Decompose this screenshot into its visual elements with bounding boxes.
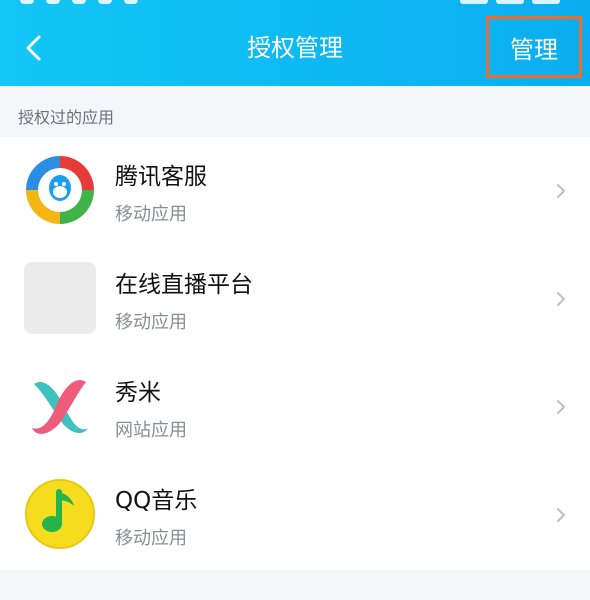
qq-music-icon — [24, 478, 96, 550]
app-name: 秀米 — [115, 380, 161, 406]
status-icons-left — [20, 0, 138, 4]
tencent-service-icon — [24, 154, 96, 226]
app-name: 在线直播平台 — [115, 272, 253, 298]
placeholder-icon — [24, 262, 96, 334]
app-row-qq-music[interactable]: QQ音乐 移动应用 — [0, 461, 590, 569]
header-bar: 授权管理 管理 — [0, 0, 590, 86]
chevron-right-icon — [557, 508, 565, 522]
authorized-app-list: 腾讯客服 移动应用 在线直播平台 移动应用 秀米 网站应用 QQ音乐 移动应用 — [0, 137, 590, 570]
manage-button[interactable]: 管理 — [486, 16, 582, 78]
app-type: 移动应用 — [115, 528, 187, 549]
app-row-live-platform[interactable]: 在线直播平台 移动应用 — [0, 245, 590, 353]
section-label: 授权过的应用 — [18, 108, 115, 127]
chevron-right-icon — [557, 292, 565, 306]
app-row-xiumi[interactable]: 秀米 网站应用 — [0, 353, 590, 461]
chevron-right-icon — [557, 400, 565, 414]
status-icons-right — [460, 0, 560, 4]
app-type: 移动应用 — [115, 312, 187, 333]
status-bar — [0, 0, 590, 8]
app-type: 网站应用 — [115, 420, 187, 441]
xiumi-icon — [24, 370, 96, 442]
app-name: QQ音乐 — [115, 488, 198, 514]
app-name: 腾讯客服 — [115, 164, 207, 190]
app-row-tencent-service[interactable]: 腾讯客服 移动应用 — [0, 137, 590, 245]
chevron-right-icon — [557, 184, 565, 198]
app-type: 移动应用 — [115, 204, 187, 225]
